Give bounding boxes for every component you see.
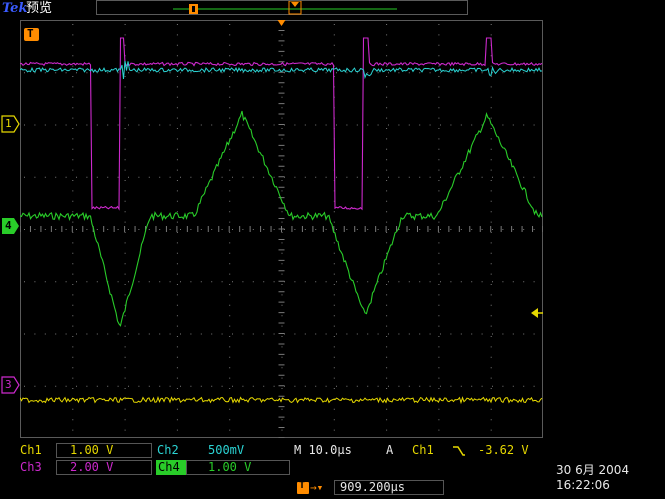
ch1-label: Ch1 (20, 443, 42, 457)
trigger-slope-icon (452, 443, 466, 458)
trigger-position-label: T (27, 27, 34, 40)
trigger-position-marker[interactable]: T (24, 27, 39, 41)
graticule-center-ticks (20, 20, 543, 438)
ch3-trace (20, 37, 543, 211)
graticule-grid-dots (24, 24, 535, 431)
ch4-marker-label: 4 (5, 219, 12, 232)
ch3-label: Ch3 (20, 460, 42, 474)
acquisition-status: 预览 (26, 1, 53, 16)
timebase-readout[interactable]: M 10.0µs (294, 443, 352, 458)
record-view-bar[interactable] (96, 0, 468, 15)
ch1-scale: 1.00 V (70, 443, 114, 457)
trigger-mode: A (386, 443, 394, 457)
time-text: 16:22:06 (556, 478, 610, 492)
ch1-trace (20, 395, 543, 405)
position-arrow-icon: →▾ (310, 481, 324, 494)
top-status-bar: Tek 预览 (0, 0, 665, 17)
channel-marker-column (1, 115, 20, 394)
position-readout: 909.200µs (340, 480, 406, 494)
trigger-level-arrow-icon[interactable] (531, 307, 543, 319)
ch2-label[interactable]: Ch2 (157, 443, 179, 458)
graticule-svg (20, 20, 543, 438)
datetime-display: 30 6月 2004 16:22:06 (556, 463, 629, 493)
record-view-graphic (173, 0, 397, 15)
ch2-scale: 500mV (208, 443, 245, 457)
waveform-display[interactable] (20, 20, 543, 438)
trigger-source[interactable]: Ch1 (412, 443, 434, 458)
trigger-time-marker-icon (277, 20, 286, 26)
ch1-marker-label: 1 (5, 117, 12, 130)
position-trigger-icon: T (297, 480, 309, 494)
date-text: 30 6月 2004 (556, 463, 630, 477)
ch4-label: Ch4 (158, 460, 180, 474)
ch4-scale: 1.00 V (208, 460, 252, 474)
ch3-marker-label: 3 (5, 378, 12, 391)
trigger-level[interactable]: -3.62 V (478, 443, 529, 458)
ch3-scale: 2.00 V (70, 460, 114, 474)
